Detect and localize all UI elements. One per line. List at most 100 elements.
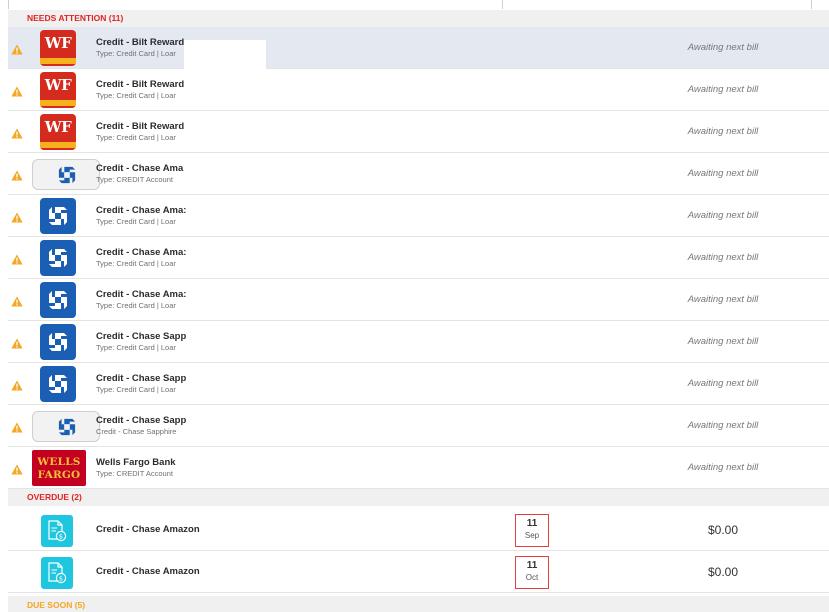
due-month: Oct bbox=[525, 573, 539, 582]
account-type: Type: Credit Card | Loar bbox=[96, 217, 176, 226]
due-month: Sep bbox=[524, 531, 540, 540]
bill-amount: $0.00 bbox=[707, 523, 739, 537]
account-row[interactable]: Credit - Chase Sapp Credit - Chase Sapphi… bbox=[8, 405, 829, 447]
account-name: Credit - Chase Amazon bbox=[96, 566, 200, 577]
account-name: Credit - Chase Amazon bbox=[96, 524, 200, 535]
account-row[interactable]: Credit - Chase Sapp Type: Credit Card | L… bbox=[8, 321, 829, 363]
account-name: Credit - Chase Ama: bbox=[96, 205, 187, 216]
account-name: Credit - Chase Sapp bbox=[96, 331, 187, 342]
wells-fargo-logo-icon: WF bbox=[40, 114, 76, 150]
account-name: Credit - Chase Ama: bbox=[96, 247, 187, 258]
account-name: Credit - Chase Ama: bbox=[96, 289, 187, 300]
chase-logo-icon bbox=[40, 366, 76, 402]
account-type: Credit - Chase Sapphire bbox=[96, 427, 177, 436]
warning-icon bbox=[11, 420, 23, 433]
account-info: Credit - Chase Ama: Type: Credit Card | L… bbox=[96, 289, 266, 311]
warning-icon bbox=[11, 210, 23, 223]
account-type: Type: Credit Card | Loar bbox=[96, 91, 176, 100]
column-divider bbox=[8, 0, 9, 9]
account-type: Type: CREDIT Account bbox=[96, 469, 173, 478]
account-info: Credit - Chase Ama Type: CREDIT Account bbox=[96, 163, 266, 185]
warning-icon bbox=[11, 84, 23, 97]
bill-status: Awaiting next bill bbox=[687, 420, 759, 431]
account-info: Credit - Chase Ama: Type: Credit Card | L… bbox=[96, 205, 266, 227]
chase-logo-icon bbox=[40, 198, 76, 234]
account-name: Credit - Chase Sapp bbox=[96, 373, 187, 384]
due-day: 11 bbox=[526, 518, 538, 529]
bill-status: Awaiting next bill bbox=[687, 84, 759, 95]
svg-text:$: $ bbox=[59, 574, 63, 582]
account-info: Credit - Chase Sapp Credit - Chase Sapphi… bbox=[96, 415, 266, 437]
account-type: Type: Credit Card | Loar bbox=[96, 385, 176, 394]
section-header-due-soon[interactable]: DUE SOON (5) bbox=[8, 596, 829, 612]
section-title: DUE SOON (5) bbox=[27, 600, 86, 610]
bill-status: Awaiting next bill bbox=[687, 378, 759, 389]
account-info: Credit - Bilt Reward Type: Credit Card | … bbox=[96, 121, 266, 143]
account-info: Credit - Chase Ama: Type: Credit Card | L… bbox=[96, 247, 266, 269]
column-header-strip bbox=[0, 0, 829, 10]
bill-status: Awaiting next bill bbox=[687, 168, 759, 179]
warning-icon bbox=[11, 126, 23, 139]
bill-row[interactable]: $ Credit - Chase Amazon 11 Oct $0.00 bbox=[8, 551, 829, 593]
warning-icon bbox=[11, 252, 23, 265]
bill-amount: $0.00 bbox=[707, 565, 739, 579]
chase-logo-icon bbox=[40, 240, 76, 276]
account-info: Credit - Chase Sapp Type: Credit Card | L… bbox=[96, 373, 266, 395]
chase-logo-icon bbox=[32, 159, 100, 190]
wells-fargo-logo-icon: WF bbox=[40, 30, 76, 66]
due-date-badge: 11 Oct bbox=[515, 556, 549, 589]
account-type: Type: Credit Card | Loar bbox=[96, 301, 176, 310]
account-info: Credit - Chase Sapp Type: Credit Card | L… bbox=[96, 331, 266, 353]
chase-logo-icon bbox=[40, 324, 76, 360]
warning-icon bbox=[11, 168, 23, 181]
warning-icon bbox=[11, 336, 23, 349]
account-row[interactable]: Credit - Chase Ama Type: CREDIT Account Aw… bbox=[8, 153, 829, 195]
bill-status: Awaiting next bill bbox=[687, 42, 759, 53]
account-name: Credit - Bilt Reward bbox=[96, 121, 185, 132]
bill-document-icon: $ bbox=[41, 515, 73, 547]
column-divider bbox=[502, 0, 503, 9]
bill-status: Awaiting next bill bbox=[687, 126, 759, 137]
account-type: Type: Credit Card | Loar bbox=[96, 343, 176, 352]
due-day: 11 bbox=[526, 560, 538, 571]
warning-icon bbox=[11, 294, 23, 307]
section-title: NEEDS ATTENTION (11) bbox=[27, 13, 124, 23]
account-name: Credit - Bilt Reward bbox=[96, 79, 185, 90]
account-type: Type: Credit Card | Loar bbox=[96, 133, 176, 142]
account-row[interactable]: WF Credit - Bilt Reward Type: Credit Card … bbox=[8, 69, 829, 111]
redaction-mask bbox=[184, 40, 266, 69]
account-row[interactable]: WF Credit - Bilt Reward Type: Credit Card … bbox=[8, 111, 829, 153]
account-row[interactable]: Credit - Chase Ama: Type: Credit Card | L… bbox=[8, 195, 829, 237]
wells-fargo-bank-logo-icon: WELLS FARGO bbox=[32, 450, 86, 486]
account-row[interactable]: Credit - Chase Ama: Type: Credit Card | L… bbox=[8, 237, 829, 279]
bill-status: Awaiting next bill bbox=[687, 252, 759, 263]
account-type: Type: Credit Card | Loar bbox=[96, 259, 176, 268]
section-header-needs-attention[interactable]: NEEDS ATTENTION (11) bbox=[8, 10, 829, 27]
bill-status: Awaiting next bill bbox=[687, 294, 759, 305]
account-row[interactable]: WELLS FARGO Wells Fargo Bank Type: CREDIT A… bbox=[8, 447, 829, 489]
account-info: Credit - Bilt Reward Type: Credit Card | … bbox=[96, 79, 266, 101]
warning-icon bbox=[11, 462, 23, 475]
account-info: Wells Fargo Bank Type: CREDIT Account bbox=[96, 457, 266, 479]
section-title: OVERDUE (2) bbox=[27, 492, 82, 502]
column-divider bbox=[811, 0, 812, 9]
warning-icon bbox=[11, 378, 23, 391]
account-row[interactable]: Credit - Chase Ama: Type: Credit Card | L… bbox=[8, 279, 829, 321]
warning-icon bbox=[11, 42, 23, 55]
bill-status: Awaiting next bill bbox=[687, 462, 759, 473]
bill-status: Awaiting next bill bbox=[687, 210, 759, 221]
account-row[interactable]: WF Credit - Bilt Reward Type: Credit Card … bbox=[8, 27, 829, 69]
account-row[interactable]: Credit - Chase Sapp Type: Credit Card | L… bbox=[8, 363, 829, 405]
section-header-overdue[interactable]: OVERDUE (2) bbox=[8, 489, 829, 506]
bill-document-icon: $ bbox=[41, 557, 73, 589]
account-name: Wells Fargo Bank bbox=[96, 457, 176, 468]
svg-text:$: $ bbox=[59, 532, 63, 540]
bill-status: Awaiting next bill bbox=[687, 336, 759, 347]
bill-row[interactable]: $ Credit - Chase Amazon 11 Sep $0.00 bbox=[8, 509, 829, 551]
due-date-badge: 11 Sep bbox=[515, 514, 549, 547]
account-name: Credit - Chase Ama bbox=[96, 163, 184, 174]
chase-logo-icon bbox=[40, 282, 76, 318]
account-name: Credit - Chase Sapp bbox=[96, 415, 187, 426]
wells-fargo-logo-icon: WF bbox=[40, 72, 76, 108]
chase-logo-icon bbox=[32, 411, 100, 442]
